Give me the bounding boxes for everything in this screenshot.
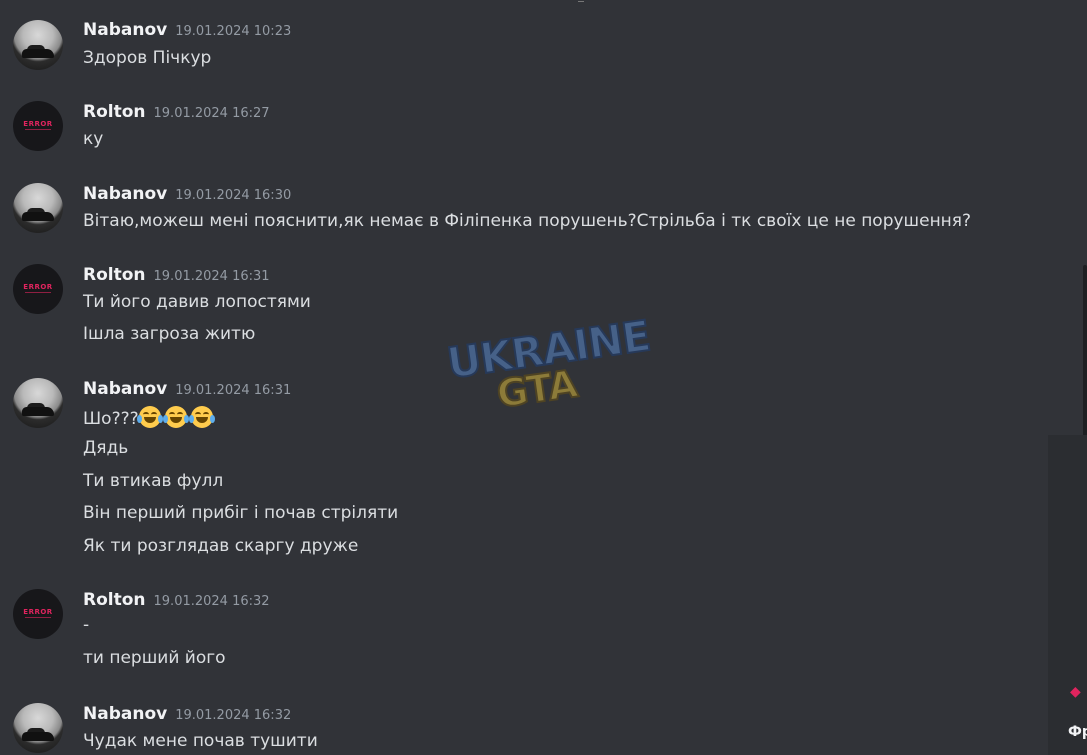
message-text: Ти втикав фулл (83, 471, 224, 491)
message-text: Як ти розглядав скаргу друже (83, 536, 359, 556)
message-text: Ішла загроза житю (83, 324, 256, 344)
timestamp: 19.01.2024 16:32 (175, 708, 292, 723)
avatar[interactable] (13, 183, 63, 233)
message-header: Nabanov 19.01.2024 16:31 (83, 379, 291, 399)
avatar[interactable]: ERROR (13, 101, 63, 151)
avatar[interactable] (13, 378, 63, 428)
message-text: Шо??? (83, 406, 217, 429)
message-header: Nabanov 19.01.2024 16:30 (83, 184, 291, 204)
username[interactable]: Rolton (83, 590, 146, 610)
avatar[interactable] (13, 703, 63, 753)
avatar-error-text: ERROR (23, 120, 53, 128)
timestamp: 19.01.2024 16:31 (175, 383, 292, 398)
message-header: Rolton 19.01.2024 16:31 (83, 265, 270, 285)
avatar[interactable] (13, 20, 63, 70)
app-icon[interactable]: ◆ (1070, 684, 1084, 702)
username[interactable]: Rolton (83, 102, 146, 122)
message-text: Здоров Пічкур (83, 48, 212, 68)
timestamp: 19.01.2024 16:27 (153, 106, 270, 121)
message-text-content: Шо??? (83, 409, 139, 429)
username[interactable]: Nabanov (83, 184, 167, 204)
avatar[interactable]: ERROR (13, 264, 63, 314)
joy-emoji (188, 406, 215, 428)
message-text: Він перший прибіг і почав стріляти (83, 503, 399, 523)
side-panel-label[interactable]: Фр (1068, 724, 1087, 740)
side-panel (1048, 435, 1087, 755)
username[interactable]: Nabanov (83, 379, 167, 399)
timestamp: 19.01.2024 16:31 (153, 269, 270, 284)
avatar[interactable]: ERROR (13, 589, 63, 639)
message-text: Дядь (83, 438, 129, 458)
username[interactable]: Nabanov (83, 704, 167, 724)
message-text: ку (83, 129, 104, 149)
avatar-error-text: ERROR (23, 283, 53, 291)
joy-emoji (136, 406, 163, 428)
username[interactable]: Nabanov (83, 20, 167, 40)
message-text: Вітаю,можеш мені пояснити,як немає в Філ… (83, 211, 972, 231)
message-header: Nabanov 19.01.2024 10:23 (83, 20, 291, 40)
message-header: Rolton 19.01.2024 16:32 (83, 590, 270, 610)
timestamp: 19.01.2024 10:23 (175, 24, 292, 39)
chat-message-list: Nabanov 19.01.2024 10:23 Здоров Пічкур ER… (0, 0, 1050, 755)
timestamp: 19.01.2024 16:30 (175, 188, 292, 203)
username[interactable]: Rolton (83, 265, 146, 285)
joy-emoji (162, 406, 189, 428)
divider (578, 0, 584, 2)
avatar-error-text: ERROR (23, 608, 53, 616)
message-text: Чудак мене почав тушити (83, 731, 318, 751)
message-text: ти перший його (83, 648, 226, 668)
timestamp: 19.01.2024 16:32 (153, 594, 270, 609)
message-text: Ти його давив лопостями (83, 292, 311, 312)
message-text: - (83, 615, 90, 635)
message-header: Nabanov 19.01.2024 16:32 (83, 704, 291, 724)
message-header: Rolton 19.01.2024 16:27 (83, 102, 270, 122)
